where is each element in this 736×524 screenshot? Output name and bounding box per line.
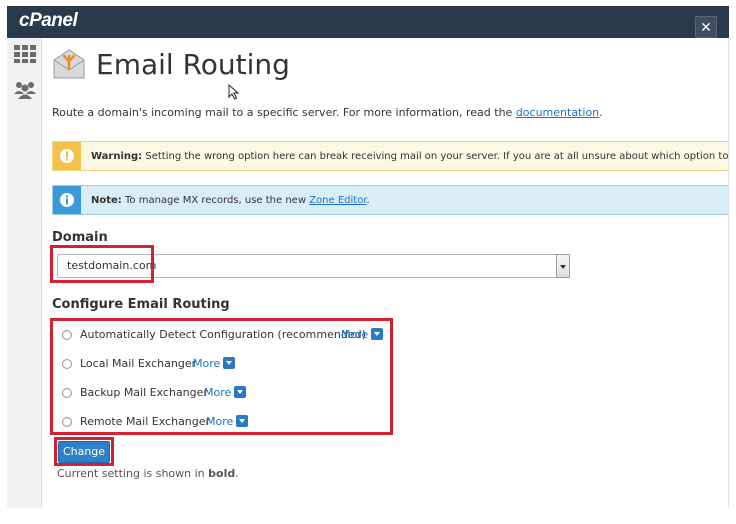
more-link[interactable]: More <box>204 384 247 402</box>
info-icon <box>53 186 81 214</box>
note-suffix: . <box>235 467 239 480</box>
option-label: Remote Mail Exchanger <box>80 415 211 428</box>
main-content: Email Routing Route a domain's incoming … <box>42 38 729 508</box>
zone-editor-link[interactable]: Zone Editor <box>309 195 366 206</box>
warning-icon <box>53 142 81 170</box>
more-text: More <box>206 415 234 428</box>
current-setting-note: Current setting is shown in bold. <box>57 467 239 480</box>
more-text: More <box>341 328 369 341</box>
warning-message: Setting the wrong option here can break … <box>142 151 729 162</box>
note-bold: bold <box>208 467 236 480</box>
info-alert: Note: To manage MX records, use the new … <box>52 185 728 215</box>
info-suffix: . <box>366 195 370 206</box>
top-bar: cPanel ✕ <box>7 6 729 38</box>
email-routing-icon <box>52 48 86 85</box>
domain-selected-value: testdomain.com <box>67 259 157 272</box>
more-text: More <box>204 386 232 399</box>
warning-text: Warning: Setting the wrong option here c… <box>91 142 729 170</box>
mouse-cursor-icon <box>228 83 240 105</box>
radio-local[interactable] <box>62 359 72 369</box>
radio-remote[interactable] <box>62 417 72 427</box>
warning-alert: Warning: Setting the wrong option here c… <box>52 141 729 171</box>
expand-icon[interactable] <box>236 415 249 427</box>
description-suffix: . <box>599 106 603 119</box>
radio-backup[interactable] <box>62 388 72 398</box>
option-label: Automatically Detect Configuration (reco… <box>80 328 366 341</box>
more-text: More <box>193 357 221 370</box>
more-link[interactable]: More <box>206 413 249 431</box>
users-icon[interactable] <box>13 80 37 100</box>
info-label: Note: <box>91 195 122 206</box>
option-label: Local Mail Exchanger <box>80 357 197 370</box>
description-text: Route a domain's incoming mail to a spec… <box>52 106 516 119</box>
page-title: Email Routing <box>96 48 290 81</box>
expand-icon[interactable] <box>223 357 236 369</box>
close-button[interactable]: ✕ <box>695 16 717 38</box>
warning-label: Warning: <box>91 151 143 162</box>
routing-label: Configure Email Routing <box>52 297 230 312</box>
grid-icon[interactable] <box>13 44 37 64</box>
domain-select[interactable]: testdomain.com <box>57 254 570 278</box>
expand-icon[interactable] <box>371 328 384 340</box>
option-label: Backup Mail Exchanger <box>80 386 208 399</box>
more-link[interactable]: More <box>341 326 384 344</box>
cpanel-logo[interactable]: cPanel <box>19 10 78 32</box>
change-button[interactable]: Change <box>58 441 110 463</box>
note-text: Current setting is shown in <box>57 467 209 480</box>
page-description: Route a domain's incoming mail to a spec… <box>52 106 603 119</box>
domain-label: Domain <box>52 230 108 245</box>
sidebar <box>7 38 42 508</box>
info-text: Note: To manage MX records, use the new … <box>91 186 370 214</box>
expand-icon[interactable] <box>234 386 247 398</box>
info-message: To manage MX records, use the new <box>121 195 310 206</box>
more-link[interactable]: More <box>193 355 236 373</box>
chevron-down-icon[interactable] <box>556 254 570 278</box>
documentation-link[interactable]: documentation <box>516 106 599 119</box>
radio-auto-detect[interactable] <box>62 330 72 340</box>
